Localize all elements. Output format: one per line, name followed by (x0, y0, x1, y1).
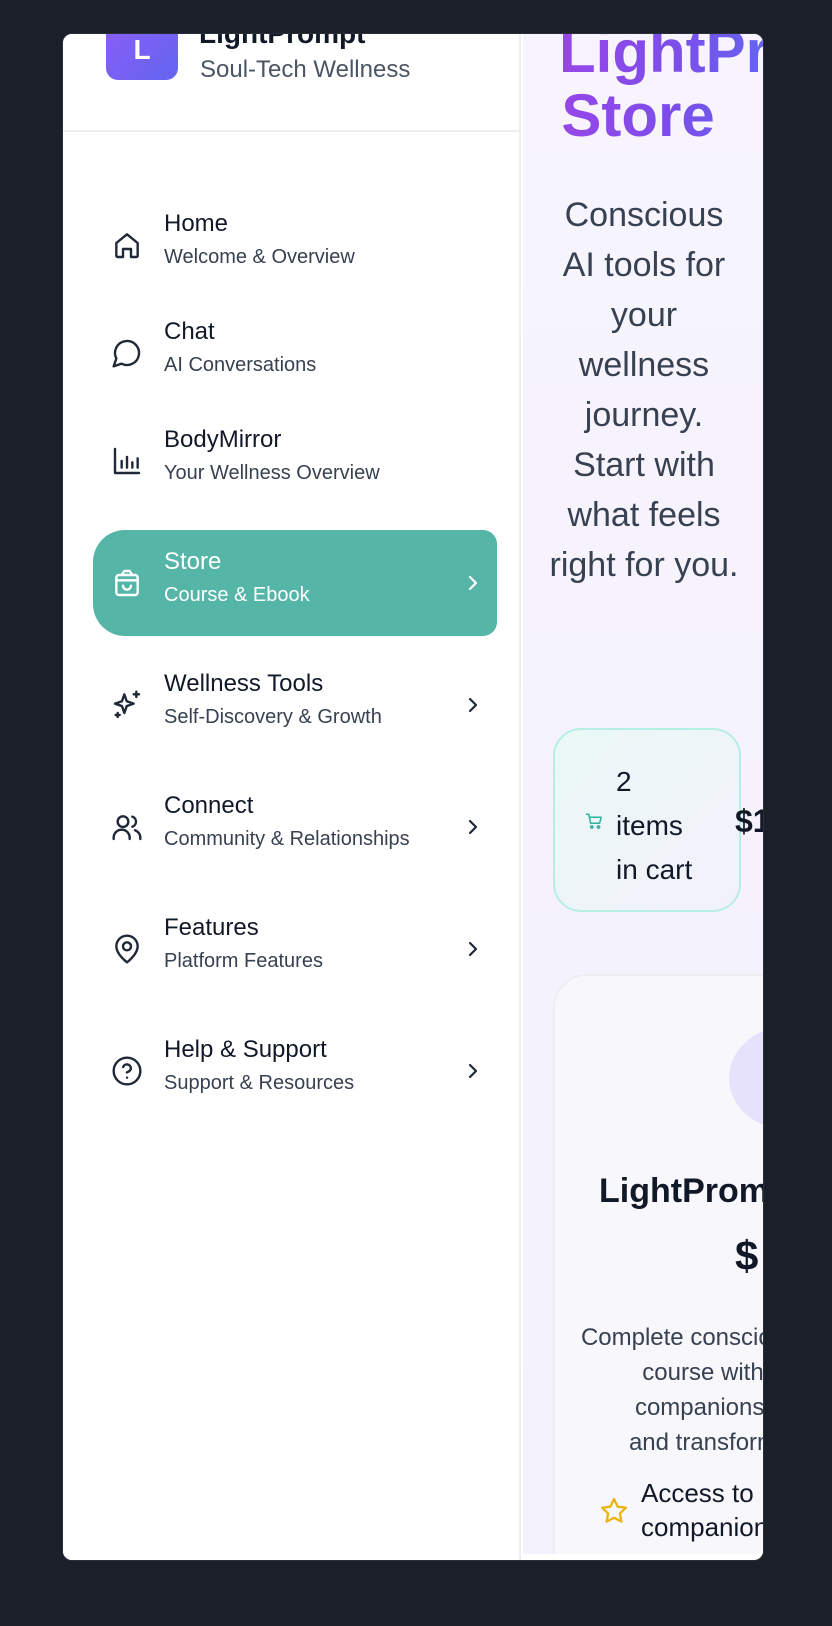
sidebar-item-title: Connect (164, 792, 254, 819)
chevron-right-icon (461, 815, 485, 839)
sidebar-item-subtitle: Support & Resources (164, 1072, 355, 1094)
shopping-bag-icon (111, 567, 143, 599)
page-description: Conscious AI tools for your wellness jou… (549, 196, 739, 584)
sparkles-icon (111, 689, 143, 721)
product-feature: Access to companions (641, 1476, 763, 1544)
product-feature-line: companions (641, 1512, 763, 1542)
sidebar-item-title: Features (164, 914, 259, 941)
brand-name: LightPrompt (199, 33, 366, 49)
sidebar-item-bodymirror[interactable]: BodyMirror Your Wellness Overview (93, 408, 497, 514)
cart-total: $13 (735, 803, 763, 839)
sidebar-item-subtitle: Platform Features (164, 950, 323, 972)
cart-icon (585, 812, 603, 830)
store-main: LightPrompt Store Conscious AI tools for… (523, 34, 764, 1554)
page-title-line1: LightPrompt (559, 34, 746, 85)
product-description-line: course with (642, 1359, 764, 1386)
map-pin-icon (111, 933, 143, 965)
chat-bubble-icon (111, 337, 143, 369)
home-icon (111, 229, 143, 261)
sidebar-item-title: Store (164, 548, 222, 575)
product-price: $ (735, 1232, 759, 1279)
sidebar-item-help-support[interactable]: Help & Support Support & Resources (93, 1018, 497, 1124)
chevron-right-icon (461, 1059, 485, 1083)
brand-header: L LightPrompt Soul-Tech Wellness (63, 34, 519, 132)
sidebar-item-chat[interactable]: Chat AI Conversations (93, 300, 497, 406)
page-title: LightPrompt Store (523, 34, 763, 149)
cart-summary[interactable]: 2 items in cart $13 (553, 728, 763, 912)
sidebar-item-title: Home (164, 210, 229, 237)
sidebar-item-subtitle: Self-Discovery & Growth (164, 706, 382, 728)
sidebar-item-subtitle: Community & Relationships (164, 828, 410, 850)
sidebar-item-title: Help & Support (164, 1036, 327, 1063)
app-window: L LightPrompt Soul-Tech Wellness Home We… (62, 33, 764, 1561)
brand-tagline: Soul-Tech Wellness (200, 56, 411, 83)
bar-chart-icon (111, 445, 143, 477)
product-description-line: and transform (628, 1429, 764, 1456)
page-title-line2: Store (561, 82, 715, 149)
sidebar-item-title: Chat (164, 318, 215, 345)
product-description: Complete conscious AI course with compan… (555, 1320, 764, 1460)
sidebar-item-title: Wellness Tools (164, 670, 324, 697)
users-icon (111, 811, 143, 843)
chevron-right-icon (461, 693, 485, 717)
product-feature-line: Access to (641, 1478, 754, 1508)
sidebar-item-title: BodyMirror (164, 426, 282, 453)
sidebar-item-store[interactable]: Store Course & Ebook (93, 530, 497, 636)
product-card[interactable]: LightPrompt $ Complete conscious AI cour… (553, 974, 764, 1554)
product-description-line: companions, (634, 1394, 764, 1421)
sidebar-item-subtitle: AI Conversations (164, 354, 317, 376)
product-description-line: Complete conscious AI (580, 1324, 763, 1351)
chevron-right-icon (461, 571, 485, 595)
sidebar-item-home[interactable]: Home Welcome & Overview (93, 192, 497, 298)
brand-logo[interactable]: L (106, 34, 178, 80)
sidebar-item-wellness-tools[interactable]: Wellness Tools Self-Discovery & Growth (93, 652, 497, 758)
product-badge (729, 1026, 763, 1130)
sidebar-item-subtitle: Your Wellness Overview (164, 462, 380, 484)
chevron-right-icon (461, 937, 485, 961)
brand-logo-letter: L (133, 34, 151, 65)
sidebar-item-features[interactable]: Features Platform Features (93, 896, 497, 1002)
star-icon (599, 1496, 629, 1526)
sidebar-item-connect[interactable]: Connect Community & Relationships (93, 774, 497, 880)
help-circle-icon (111, 1055, 143, 1087)
cart-item-count: 2 items in cart (616, 766, 693, 885)
sidebar: L LightPrompt Soul-Tech Wellness Home We… (63, 34, 521, 1560)
sidebar-item-subtitle: Welcome & Overview (164, 246, 355, 268)
product-name: LightPrompt (599, 1172, 763, 1210)
sidebar-item-subtitle: Course & Ebook (164, 584, 310, 606)
